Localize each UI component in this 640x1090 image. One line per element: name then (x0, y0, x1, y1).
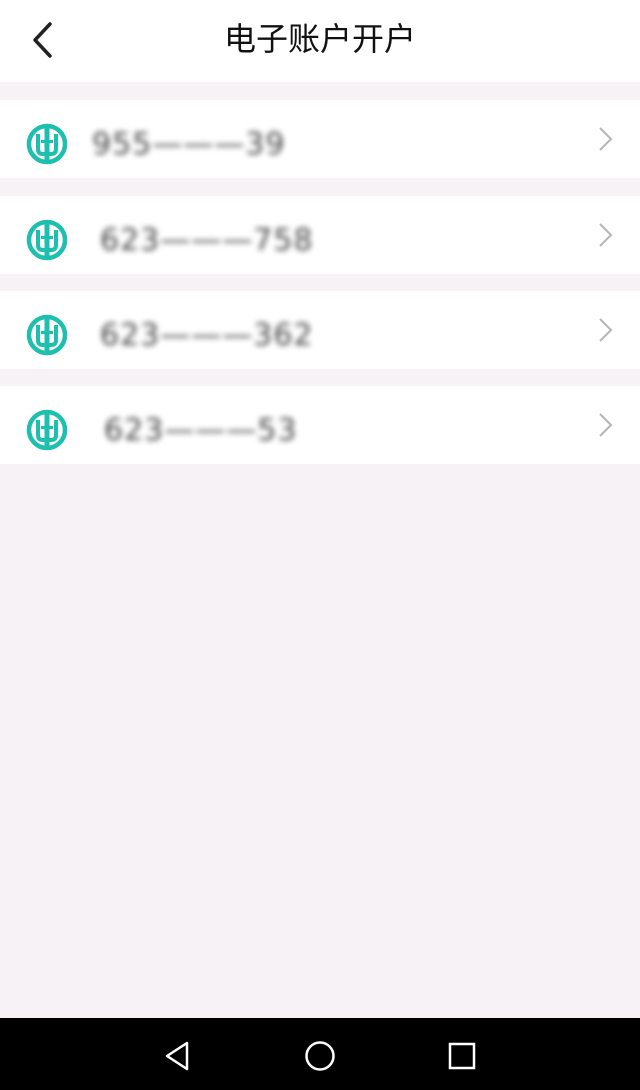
system-navigation-bar (0, 1018, 640, 1090)
abc-bank-logo-icon (26, 123, 68, 165)
chevron-right-icon (599, 223, 613, 247)
nav-home-button[interactable] (300, 1036, 340, 1076)
page-title: 电子账户开户 (223, 20, 416, 58)
account-row[interactable]: 623———362 (0, 291, 640, 369)
chevron-right-icon (599, 318, 613, 342)
account-row[interactable]: 955———39 (0, 100, 640, 178)
abc-bank-logo-icon (26, 219, 68, 261)
nav-back-button[interactable] (157, 1036, 197, 1076)
account-number: 955———39 (92, 127, 286, 162)
abc-bank-logo-icon (26, 409, 68, 451)
chevron-right-icon (599, 127, 613, 151)
header-bar: 电子账户开户 (0, 0, 640, 82)
triangle-back-icon (165, 1041, 189, 1071)
square-recents-icon (448, 1042, 476, 1070)
chevron-right-icon (599, 413, 613, 437)
account-number: 623———758 (100, 223, 314, 258)
nav-recents-button[interactable] (442, 1036, 482, 1076)
account-row[interactable]: 623———758 (0, 196, 640, 274)
account-number: 623———362 (100, 318, 314, 353)
account-row[interactable]: 623———53 (0, 386, 640, 464)
abc-bank-logo-icon (26, 314, 68, 356)
account-number: 623———53 (104, 413, 298, 448)
circle-home-icon (305, 1041, 335, 1071)
